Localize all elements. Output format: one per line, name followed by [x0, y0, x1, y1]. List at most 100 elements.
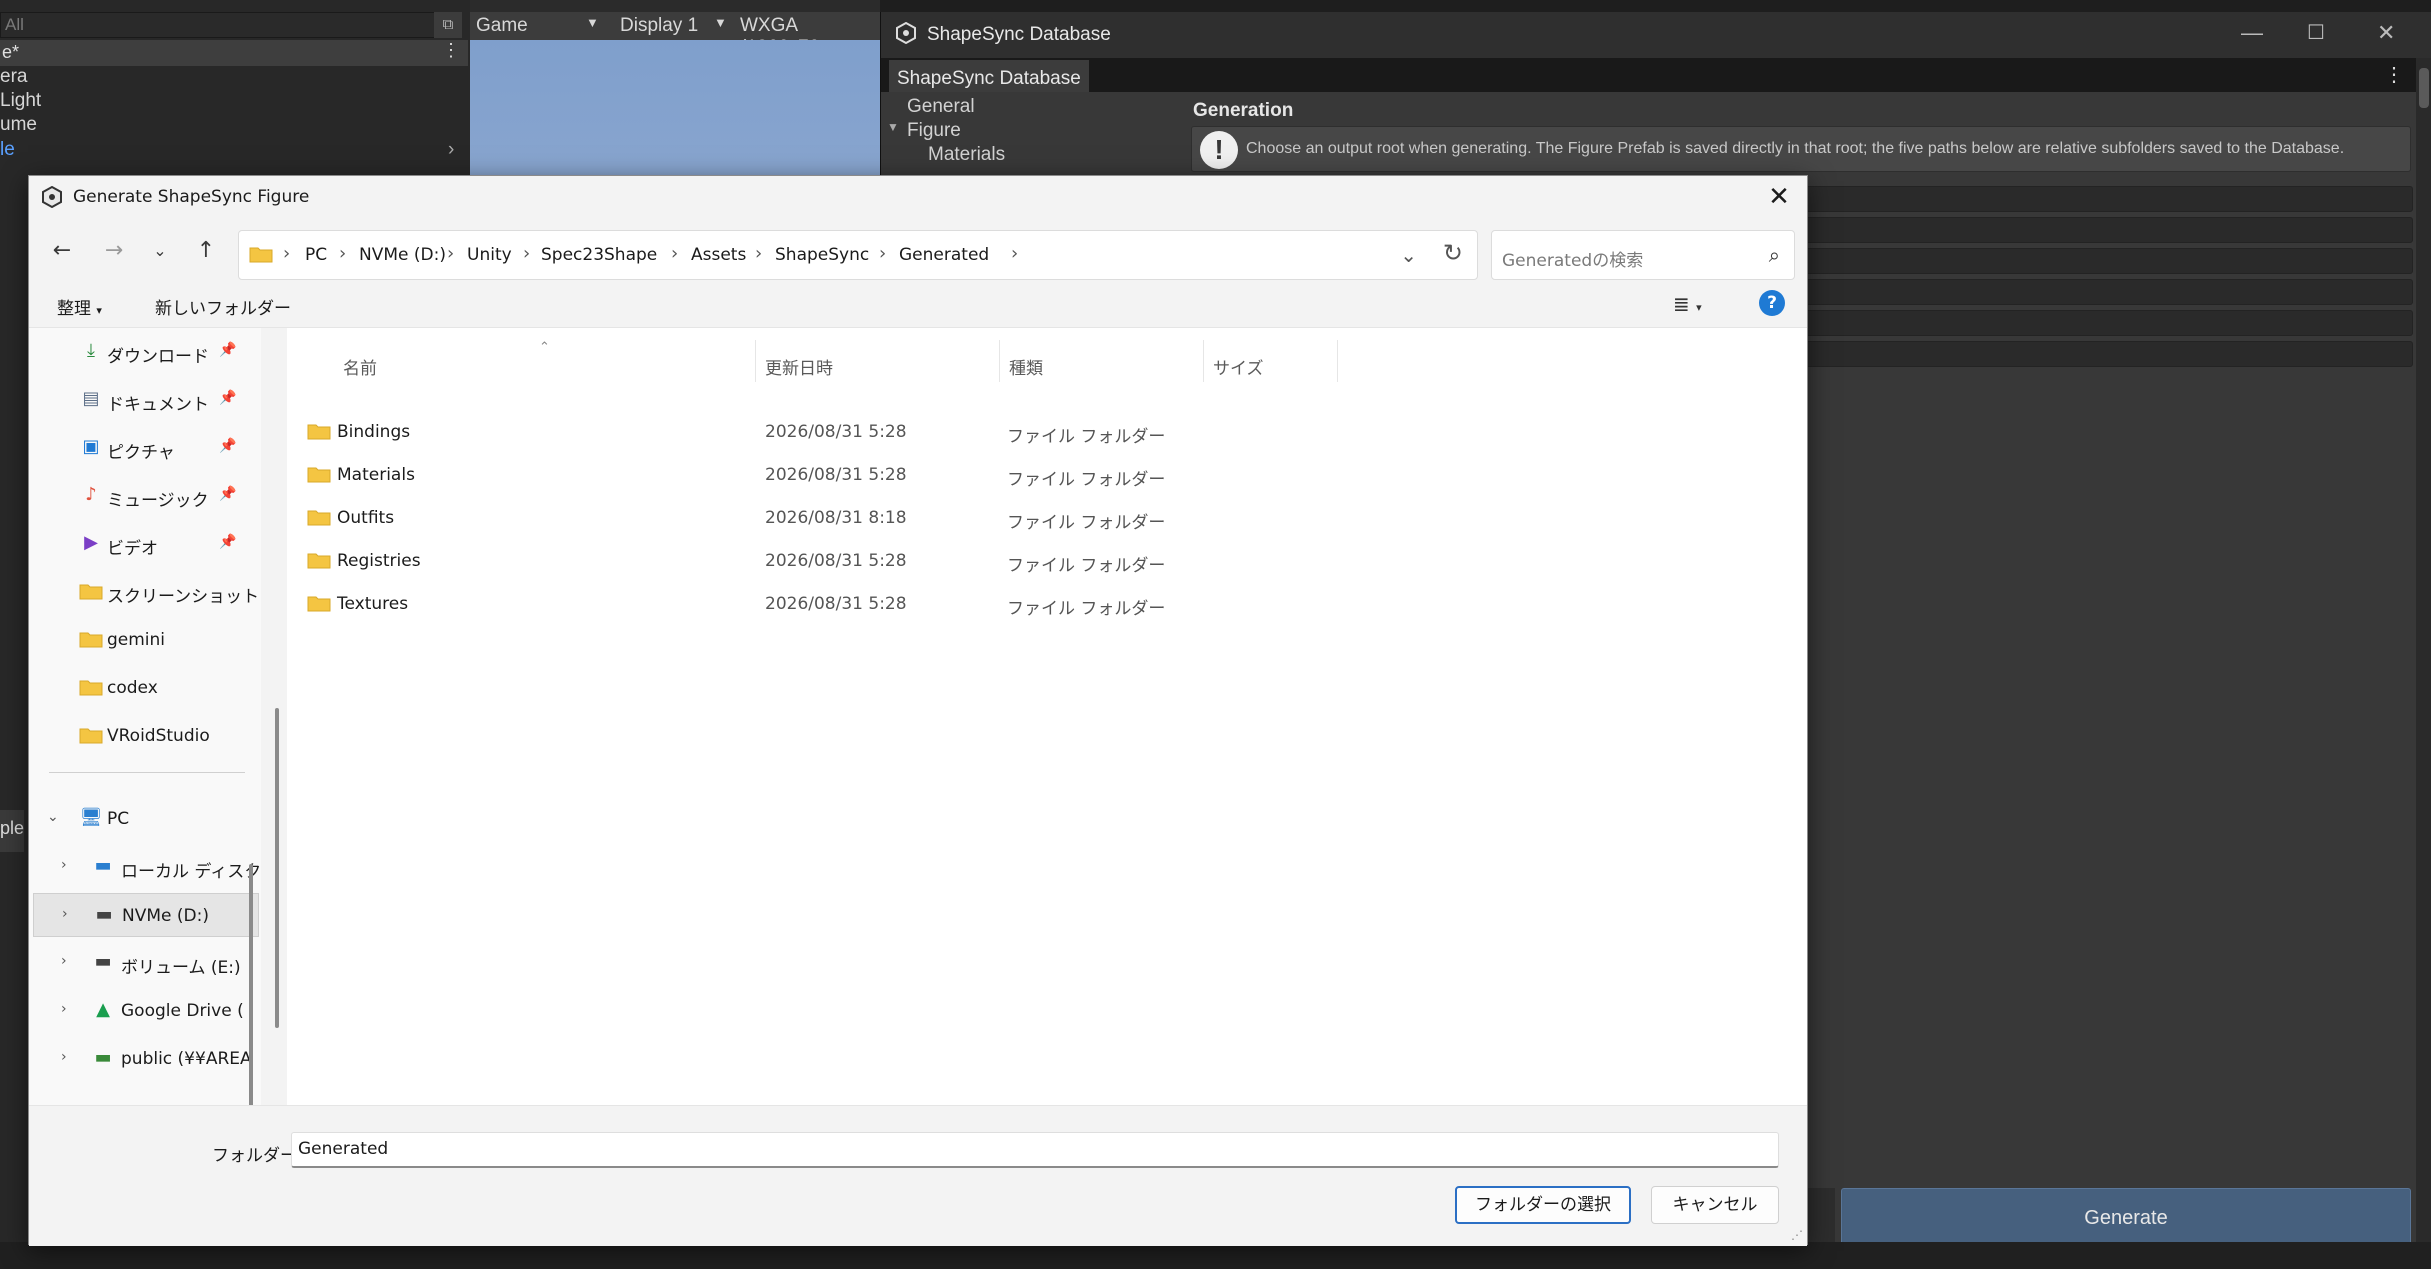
maximize-icon[interactable]: ☐ [2307, 20, 2325, 45]
breadcrumb-item[interactable]: Spec23Shape [541, 245, 657, 265]
tree-item-volume-e[interactable]: › ▬ ボリューム (E:) [33, 941, 259, 985]
chevron-right-icon[interactable]: › [447, 243, 454, 264]
nav-item-codex[interactable]: codex [33, 666, 259, 710]
chevron-right-icon[interactable]: › [755, 243, 762, 264]
help-icon[interactable]: ? [1759, 290, 1785, 316]
window-titlebar[interactable]: ShapeSync Database — ☐ ✕ [881, 12, 2431, 58]
breadcrumb-item[interactable]: Unity [467, 245, 512, 265]
refresh-icon[interactable]: ↻ [1443, 239, 1463, 267]
hierarchy-item[interactable]: ume [0, 114, 37, 136]
column-divider[interactable] [999, 340, 1000, 382]
expand-arrow-icon[interactable]: ▼ [887, 120, 899, 134]
column-header-type[interactable]: 種類 [1009, 354, 1043, 379]
file-row[interactable]: Registries 2026/08/31 5:28 ファイル フォルダー [307, 541, 1307, 581]
search-icon[interactable]: ⌕ [1769, 243, 1780, 267]
dropdown-arrow-icon[interactable]: ▼ [586, 15, 599, 30]
chevron-right-icon[interactable]: › [62, 906, 68, 922]
pin-icon[interactable]: 📌 [219, 534, 236, 550]
hierarchy-search-input[interactable]: All [0, 12, 438, 38]
window-scrollbar[interactable] [2416, 58, 2431, 1269]
navigation-scrollbar[interactable] [249, 864, 253, 1105]
chevron-down-icon[interactable]: ⌄ [47, 809, 59, 825]
back-arrow-icon[interactable]: ← [45, 234, 79, 268]
chevron-right-icon[interactable]: › [61, 857, 67, 873]
close-icon[interactable]: ✕ [1759, 180, 1799, 214]
address-bar[interactable]: › PC › NVMe (D:) › Unity › Spec23Shape ›… [238, 230, 1478, 280]
chevron-right-icon[interactable]: › [61, 1049, 67, 1065]
chevron-right-icon[interactable]: › [671, 243, 678, 264]
close-icon[interactable]: ✕ [2377, 20, 2395, 46]
nav-figure[interactable]: Figure [907, 120, 961, 142]
scrollbar-thumb[interactable] [2419, 68, 2429, 108]
more-options-icon[interactable]: ⋮ [2384, 62, 2404, 87]
tree-item-public[interactable]: › ▬ public (¥¥AREA [33, 1037, 259, 1081]
chevron-down-icon[interactable]: ⌄ [1400, 243, 1417, 267]
nav-item-documents[interactable]: ▤ ドキュメント 📌 [33, 378, 259, 422]
dropdown-arrow-icon[interactable]: ▼ [714, 15, 727, 30]
breadcrumb-item[interactable]: PC [305, 245, 327, 265]
file-row[interactable]: Materials 2026/08/31 5:28 ファイル フォルダー [307, 455, 1307, 495]
breadcrumb-item-current[interactable]: Generated [899, 245, 989, 265]
folder-name-input[interactable]: Generated [291, 1132, 1779, 1168]
hierarchy-item[interactable]: era [0, 66, 27, 88]
nav-item-screenshots[interactable]: スクリーンショット [33, 570, 259, 614]
tab-shapesync-database[interactable]: ShapeSync Database [889, 60, 1089, 92]
select-folder-button[interactable]: フォルダーの選択 [1455, 1186, 1631, 1224]
chevron-right-icon[interactable]: › [523, 243, 530, 264]
generate-button[interactable]: Generate [1841, 1188, 2411, 1248]
display-select[interactable]: Display 1 [620, 15, 698, 37]
search-input[interactable]: Generatedの検索 ⌕ [1491, 230, 1795, 280]
hierarchy-item[interactable]: Light [0, 90, 41, 112]
breadcrumb-item[interactable]: NVMe (D:) [359, 245, 446, 265]
nav-item-gemini[interactable]: gemini [33, 618, 259, 662]
nav-general[interactable]: General [907, 96, 975, 118]
recent-locations-icon[interactable]: ⌄ [143, 234, 177, 268]
hierarchy-scene-row[interactable]: e* ⋮ [0, 40, 468, 66]
new-folder-button[interactable]: 新しいフォルダー [155, 294, 291, 319]
breadcrumb-item[interactable]: Assets [691, 245, 746, 265]
chevron-right-icon[interactable]: › [879, 243, 886, 264]
nav-item-vroidstudio[interactable]: VRoidStudio [33, 714, 259, 758]
dialog-titlebar[interactable]: Generate ShapeSync Figure ✕ [29, 176, 1807, 218]
nav-materials[interactable]: Materials [928, 144, 1005, 166]
pin-icon[interactable]: 📌 [219, 486, 236, 502]
forward-arrow-icon[interactable]: → [97, 234, 131, 268]
column-header-name[interactable]: 名前 [343, 354, 377, 379]
file-row[interactable]: Textures 2026/08/31 5:28 ファイル フォルダー [307, 584, 1307, 624]
tree-item-google-drive[interactable]: › ▲ Google Drive ( [33, 989, 259, 1033]
hierarchy-search-mode-icon[interactable]: ⧉ [434, 12, 462, 38]
pin-icon[interactable]: 📌 [219, 342, 236, 358]
minimize-icon[interactable]: — [2241, 20, 2263, 46]
column-header-date[interactable]: 更新日時 [765, 354, 833, 379]
organize-button[interactable]: 整理 ▾ [57, 294, 102, 319]
view-options-icon[interactable]: ≣ ▾ [1673, 292, 1702, 316]
game-tab[interactable]: Game [476, 15, 528, 37]
side-tab[interactable]: ple [0, 810, 24, 852]
pin-icon[interactable]: 📌 [219, 438, 236, 454]
file-row[interactable]: Bindings 2026/08/31 5:28 ファイル フォルダー [307, 412, 1307, 452]
chevron-right-icon[interactable]: › [448, 139, 454, 161]
pin-icon[interactable]: 📌 [219, 390, 236, 406]
column-divider[interactable] [1337, 340, 1338, 382]
nav-item-music[interactable]: ♪ ミュージック 📌 [33, 474, 259, 518]
chevron-right-icon[interactable]: › [61, 1001, 67, 1017]
column-header-size[interactable]: サイズ [1213, 354, 1264, 379]
nav-item-videos[interactable]: ▶ ビデオ 📌 [33, 522, 259, 566]
hierarchy-item-selected[interactable]: le [0, 139, 15, 161]
nav-item-pictures[interactable]: ▣ ピクチャ 📌 [33, 426, 259, 470]
tree-item-pc[interactable]: ⌄ 🖥 PC [33, 797, 259, 841]
file-row[interactable]: Outfits 2026/08/31 8:18 ファイル フォルダー [307, 498, 1307, 538]
chevron-right-icon[interactable]: › [1011, 243, 1018, 264]
pane-splitter[interactable] [261, 328, 287, 1105]
column-divider[interactable] [1203, 340, 1204, 382]
tree-item-local-disk[interactable]: › ▬ ローカル ディスク [33, 845, 261, 889]
resize-grip-icon[interactable]: ⋰ [1791, 1228, 1803, 1242]
up-arrow-icon[interactable]: ↑ [189, 234, 223, 268]
scene-menu-icon[interactable]: ⋮ [442, 40, 460, 61]
navigation-scrollbar-thumb[interactable] [275, 708, 279, 1028]
column-divider[interactable] [755, 340, 756, 382]
cancel-button[interactable]: キャンセル [1651, 1186, 1779, 1224]
tree-item-nvme[interactable]: › ▬ NVMe (D:) [33, 893, 259, 937]
chevron-right-icon[interactable]: › [339, 243, 346, 264]
chevron-right-icon[interactable]: › [61, 953, 67, 969]
